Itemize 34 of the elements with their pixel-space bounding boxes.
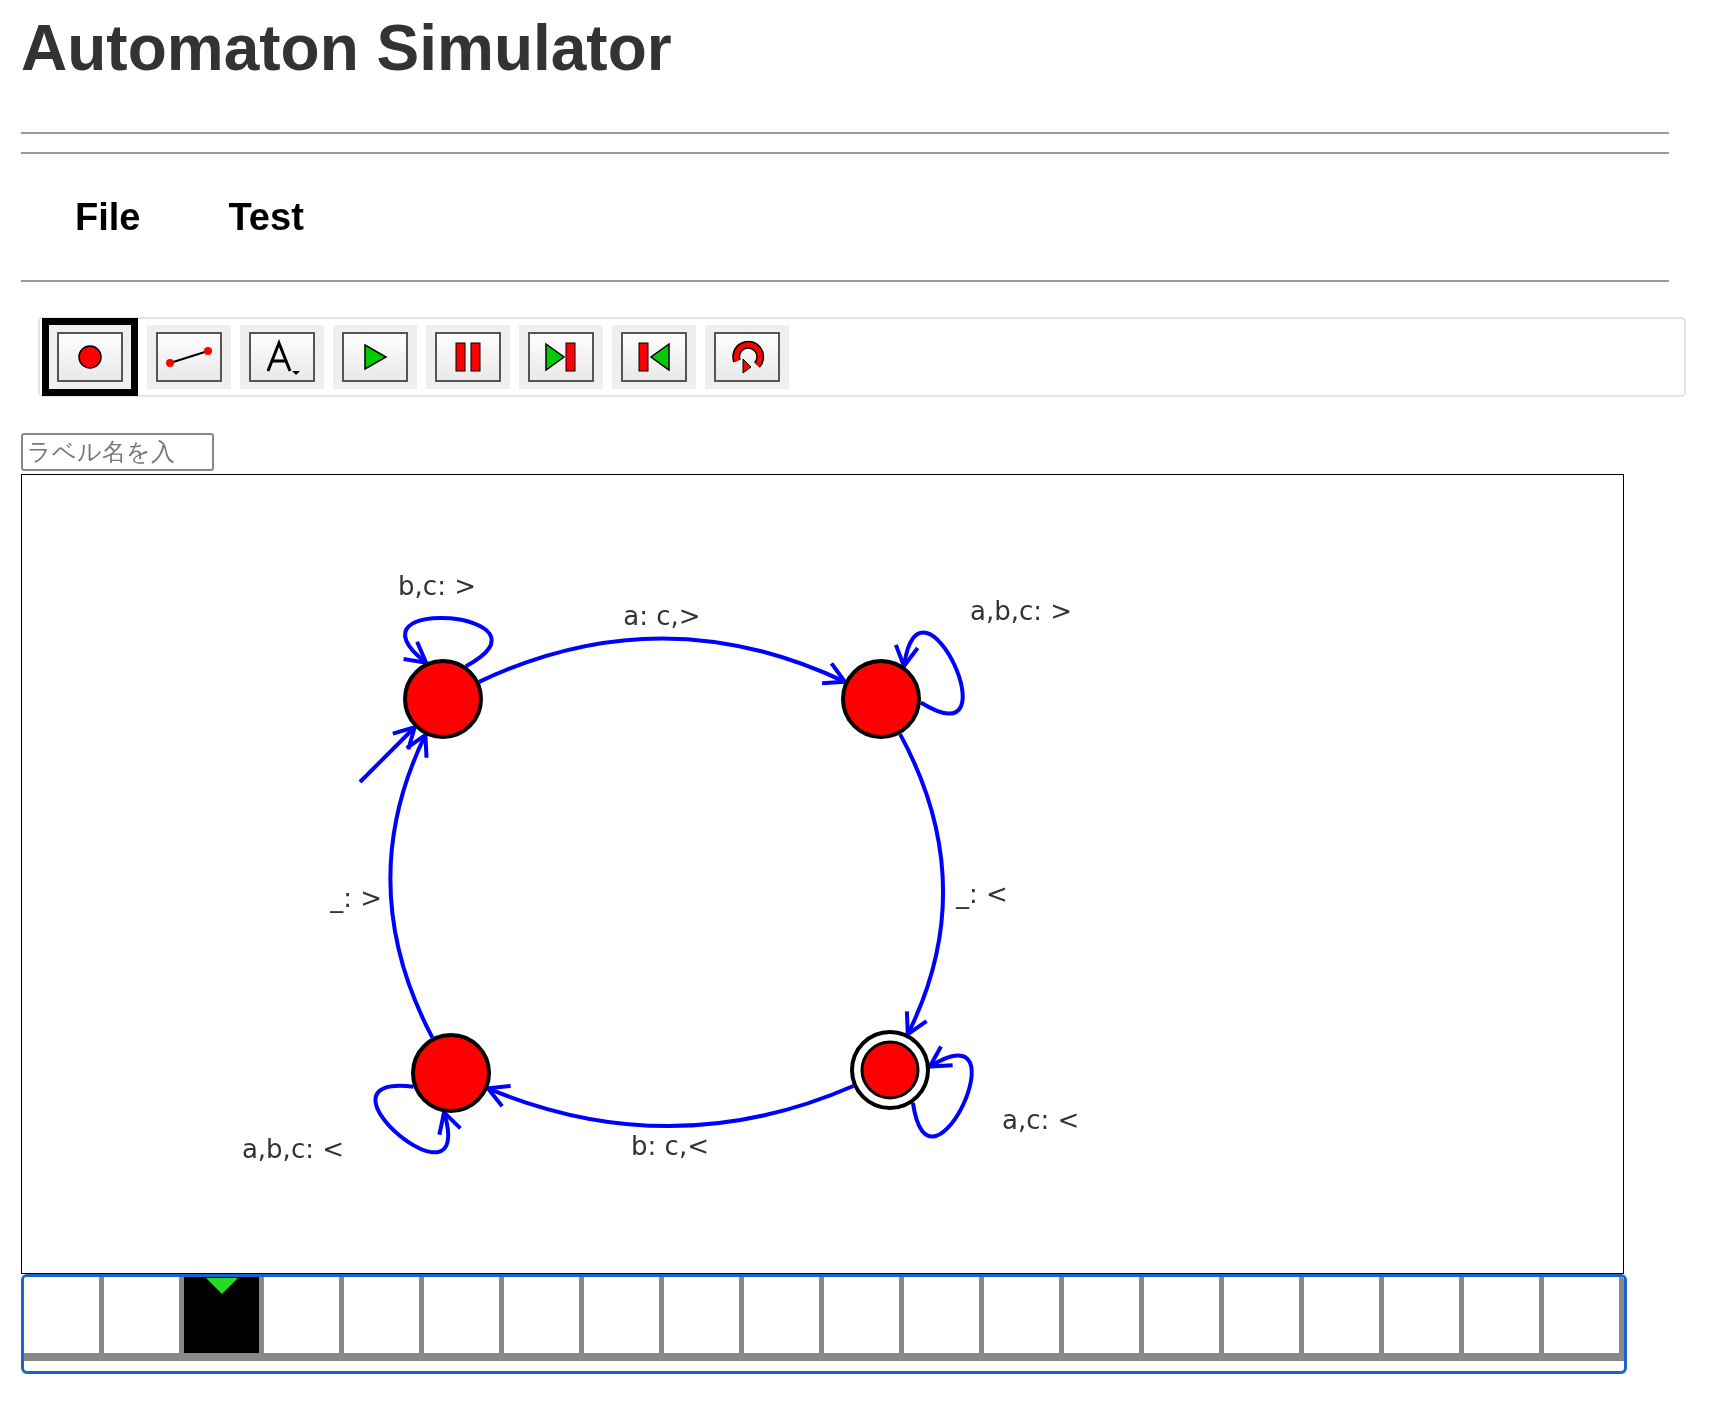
transition-label: a,c: <: [1002, 1105, 1080, 1135]
transition-label: a: c,>: [623, 601, 701, 631]
reset-tool-button[interactable]: [705, 325, 789, 389]
step-back-tool-button[interactable]: [612, 325, 696, 389]
page-title: Automaton Simulator: [21, 11, 673, 86]
label-tool-button[interactable]: [240, 325, 324, 389]
tape-cell[interactable]: [184, 1277, 264, 1353]
transition-label: b,c: >: [398, 571, 476, 601]
label-input-field[interactable]: ラベル名を入: [21, 433, 214, 471]
circle-icon: [77, 344, 103, 370]
menu-item[interactable]: Test: [228, 195, 304, 239]
step-back-icon: [637, 342, 671, 372]
state-node[interactable]: [403, 659, 483, 739]
transition-label: _: <: [956, 879, 1008, 909]
pause-icon: [454, 342, 482, 372]
accepting-state[interactable]: [850, 1030, 930, 1110]
menu-item[interactable]: File: [75, 195, 141, 239]
step-forward-icon: [544, 342, 578, 372]
transition-label: a,b,c: >: [970, 596, 1073, 626]
state-node[interactable]: [841, 659, 921, 739]
pause-tool-button[interactable]: [426, 325, 510, 389]
state-tool-button[interactable]: [42, 318, 138, 396]
diagram-canvas[interactable]: b,c: > a: c,> a,b,c: > _: > _: < a,b,c: < b: c,< a,c: <: [21, 474, 1624, 1274]
tape-cell[interactable]: [24, 1277, 104, 1353]
line-icon: [164, 345, 214, 369]
state-node[interactable]: [411, 1033, 491, 1113]
transition-label: b: c,<: [631, 1131, 709, 1161]
step-forward-tool-button[interactable]: [519, 325, 603, 389]
play-icon: [362, 343, 388, 371]
play-tool-button[interactable]: [333, 325, 417, 389]
transition-label: _: >: [330, 883, 382, 913]
transition-label: a,b,c: <: [241, 1134, 344, 1164]
reset-icon: [729, 339, 765, 375]
transition-tool-button[interactable]: [147, 325, 231, 389]
